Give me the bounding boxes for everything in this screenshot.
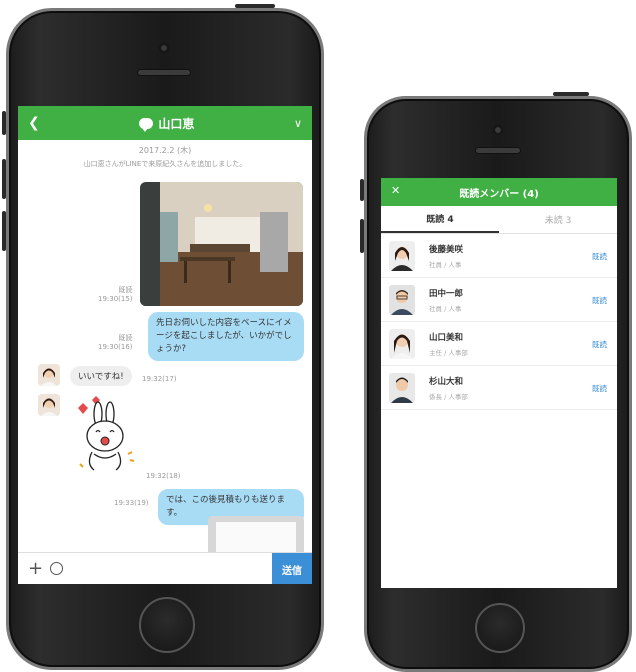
line-logo-icon bbox=[139, 117, 154, 132]
member-row[interactable]: 山口美和 主任 / 人事部 既読 bbox=[381, 322, 617, 366]
chat-screen: ❮ 山口恵 ∨ 2017.2.2 (木) 山口恵さんがLINEで来原紀久さんを追… bbox=[18, 106, 312, 584]
document-page bbox=[216, 522, 296, 556]
chat-date: 2017.2.2 (木) bbox=[138, 146, 192, 155]
member-name: 後藤美咲 bbox=[429, 244, 464, 255]
message-1-read: 既読 bbox=[118, 334, 133, 342]
incoming-1-time: 19:32(17) bbox=[142, 375, 177, 383]
member-row[interactable]: 田中一郎 社員 / 人事 既読 bbox=[381, 278, 617, 322]
message-input-bar: + 送信 bbox=[18, 552, 312, 584]
chat-header: ❮ 山口恵 ∨ bbox=[18, 106, 312, 140]
avatar bbox=[389, 372, 415, 403]
earpiece-speaker bbox=[137, 69, 191, 76]
avatar bbox=[389, 284, 415, 315]
read-members-title: 既読メンバー (4) bbox=[459, 188, 539, 200]
member-role: 係長 / 人事部 bbox=[429, 392, 468, 401]
member-role: 社員 / 人事 bbox=[429, 304, 462, 313]
power-button bbox=[235, 4, 275, 8]
shared-photo[interactable] bbox=[140, 182, 303, 306]
member-row[interactable]: 後藤美咲 社員 / 人事 既読 bbox=[381, 234, 617, 278]
sender-avatar[interactable] bbox=[38, 394, 60, 416]
plus-icon[interactable]: + bbox=[28, 558, 43, 579]
member-name: 杉山大和 bbox=[429, 376, 464, 387]
photo-read-meta: 既読 19:30(15) bbox=[98, 286, 133, 304]
volume-up-button bbox=[360, 219, 364, 253]
tab-unread[interactable]: 未読 3 bbox=[499, 206, 617, 233]
chat-title: 山口恵 bbox=[158, 116, 195, 131]
avatar bbox=[389, 328, 415, 359]
member-name: 田中一郎 bbox=[429, 288, 464, 299]
photo-read-label: 既読 bbox=[118, 286, 133, 294]
left-phone: ❮ 山口恵 ∨ 2017.2.2 (木) 山口恵さんがLINEで来原紀久さんを追… bbox=[2, 4, 324, 670]
member-row[interactable]: 杉山大和 係長 / 人事部 既読 bbox=[381, 366, 617, 410]
member-read-status: 既読 bbox=[592, 296, 607, 305]
member-name: 山口美和 bbox=[429, 332, 464, 343]
sticker-bunny[interactable] bbox=[70, 394, 140, 474]
member-role: 主任 / 人事部 bbox=[429, 348, 468, 357]
power-button bbox=[553, 92, 589, 96]
sticker-time: 19:32(18) bbox=[146, 472, 181, 480]
member-read-status: 既読 bbox=[592, 252, 607, 261]
tab-read[interactable]: 既読 4 bbox=[381, 206, 499, 233]
front-camera bbox=[493, 125, 503, 135]
close-icon[interactable]: ✕ bbox=[391, 184, 400, 197]
outgoing-message-1[interactable]: 先日お伺いした内容をベースにイメージを起こしましたが、いかがでしょうか? bbox=[148, 312, 304, 361]
system-message: 山口恵さんがLINEで来原紀久さんを追加しました。 bbox=[83, 160, 247, 168]
incoming-message-1[interactable]: いいですね! bbox=[70, 366, 132, 386]
message-2-time: 19:33(19) bbox=[114, 499, 149, 507]
read-members-screen: ✕ 既読メンバー (4) 既読 4 未読 3 後藤美咲 社員 / 人事 既読 田… bbox=[381, 178, 617, 588]
send-button[interactable]: 送信 bbox=[272, 553, 312, 584]
chevron-left-icon[interactable]: ❮ bbox=[28, 115, 40, 131]
member-read-status: 既読 bbox=[592, 384, 607, 393]
avatar bbox=[389, 240, 415, 271]
read-members-header: ✕ 既読メンバー (4) bbox=[381, 178, 617, 206]
shared-document-preview[interactable] bbox=[208, 516, 304, 556]
photo-time: 19:30(15) bbox=[98, 295, 133, 303]
volume-down-button bbox=[2, 211, 6, 251]
volume-up-button bbox=[2, 159, 6, 199]
read-status-tabs: 既読 4 未読 3 bbox=[381, 206, 617, 234]
right-phone: ✕ 既読メンバー (4) 既読 4 未読 3 後藤美咲 社員 / 人事 既読 田… bbox=[360, 92, 632, 672]
mute-switch bbox=[2, 111, 6, 135]
member-read-status: 既読 bbox=[592, 340, 607, 349]
emoji-icon[interactable] bbox=[50, 562, 64, 575]
mute-switch bbox=[360, 179, 364, 201]
earpiece-speaker bbox=[475, 147, 521, 154]
message-1-meta: 既読 19:30(16) bbox=[98, 334, 133, 352]
sender-avatar[interactable] bbox=[38, 364, 60, 386]
member-role: 社員 / 人事 bbox=[429, 260, 462, 269]
message-1-time: 19:30(16) bbox=[98, 343, 133, 351]
home-button bbox=[475, 603, 525, 653]
chevron-down-icon[interactable]: ∨ bbox=[294, 117, 302, 130]
home-button bbox=[139, 597, 195, 653]
front-camera bbox=[159, 43, 169, 53]
